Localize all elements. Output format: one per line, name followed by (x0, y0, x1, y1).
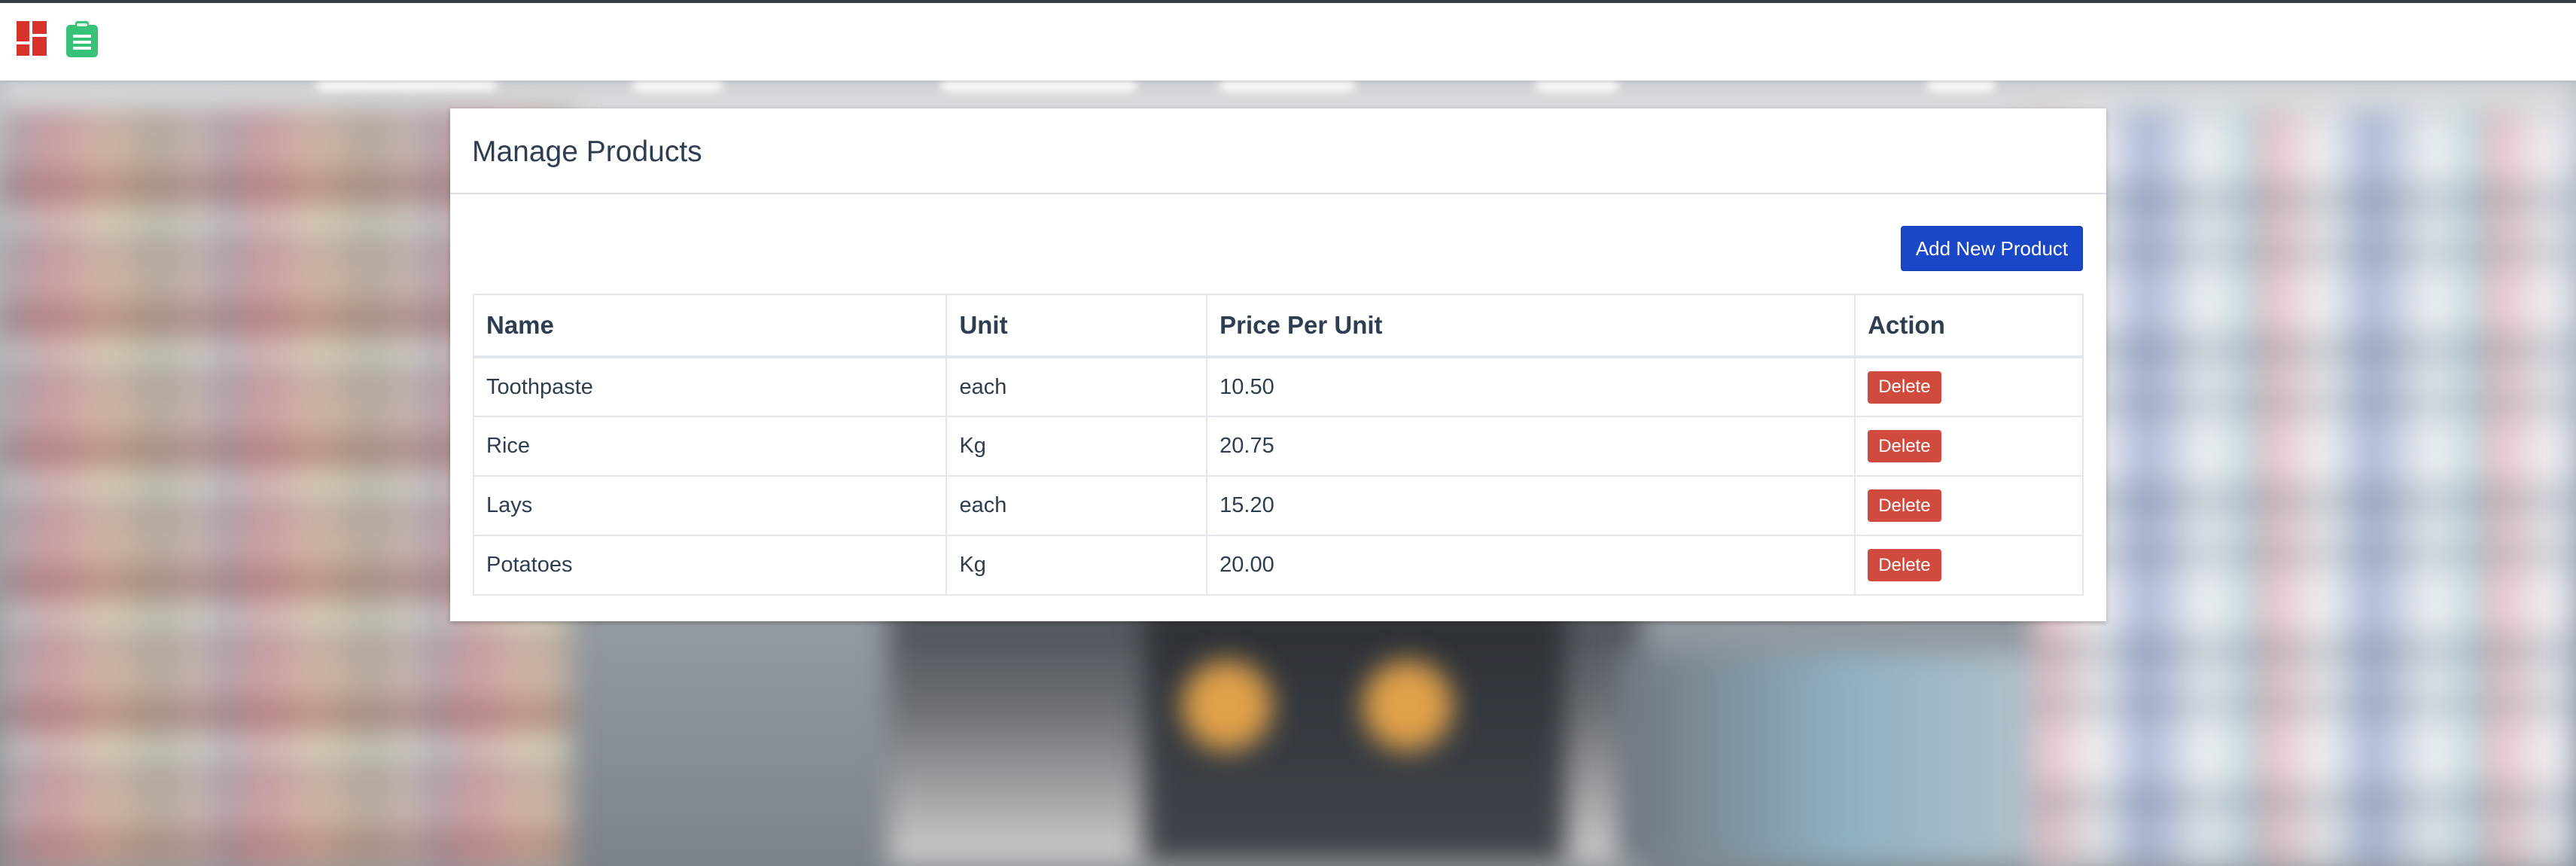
table-row: Rice Kg 20.75 Delete (472, 416, 2084, 477)
top-nav-bar (0, 0, 2576, 81)
manage-products-card: Manage Products Add New Product Name Uni… (450, 108, 2106, 621)
column-header-price-per-unit: Price Per Unit (1206, 294, 1856, 358)
product-price-cell: 15.20 (1206, 475, 1856, 536)
product-name-cell: Rice (472, 416, 948, 477)
column-header-unit: Unit (945, 294, 1208, 358)
table-row: Toothpaste each 10.50 Delete (472, 356, 2084, 417)
product-action-cell: Delete (1854, 416, 2084, 477)
product-unit-cell: each (945, 475, 1208, 536)
products-table: Name Unit Price Per Unit Action Toothpas… (472, 294, 2084, 596)
product-name-cell: Lays (472, 475, 948, 536)
table-header-row: Name Unit Price Per Unit Action (472, 294, 2084, 358)
column-header-name: Name (472, 294, 948, 358)
delete-button[interactable]: Delete (1868, 370, 1941, 404)
product-action-cell: Delete (1854, 356, 2084, 417)
product-name-cell: Toothpaste (472, 356, 948, 417)
card-header: Manage Products (450, 108, 2106, 194)
page-title: Manage Products (472, 136, 702, 168)
product-unit-cell: each (945, 356, 1208, 417)
delete-button[interactable]: Delete (1868, 489, 1941, 522)
column-header-action: Action (1854, 294, 2084, 358)
product-price-cell: 20.00 (1206, 535, 1856, 596)
delete-button[interactable]: Delete (1868, 430, 1941, 462)
add-new-product-button[interactable]: Add New Product (1901, 226, 2083, 271)
product-unit-cell: Kg (945, 416, 1208, 477)
product-unit-cell: Kg (945, 535, 1208, 596)
product-name-cell: Potatoes (472, 535, 948, 596)
product-action-cell: Delete (1854, 475, 2084, 536)
dashboard-icon[interactable] (17, 21, 47, 59)
product-price-cell: 10.50 (1206, 356, 1856, 417)
table-row: Lays each 15.20 Delete (472, 475, 2084, 536)
clipboard-icon[interactable] (66, 21, 98, 61)
table-row: Potatoes Kg 20.00 Delete (472, 535, 2084, 596)
product-price-cell: 20.75 (1206, 416, 1856, 477)
delete-button[interactable]: Delete (1868, 549, 1941, 581)
product-action-cell: Delete (1854, 535, 2084, 596)
